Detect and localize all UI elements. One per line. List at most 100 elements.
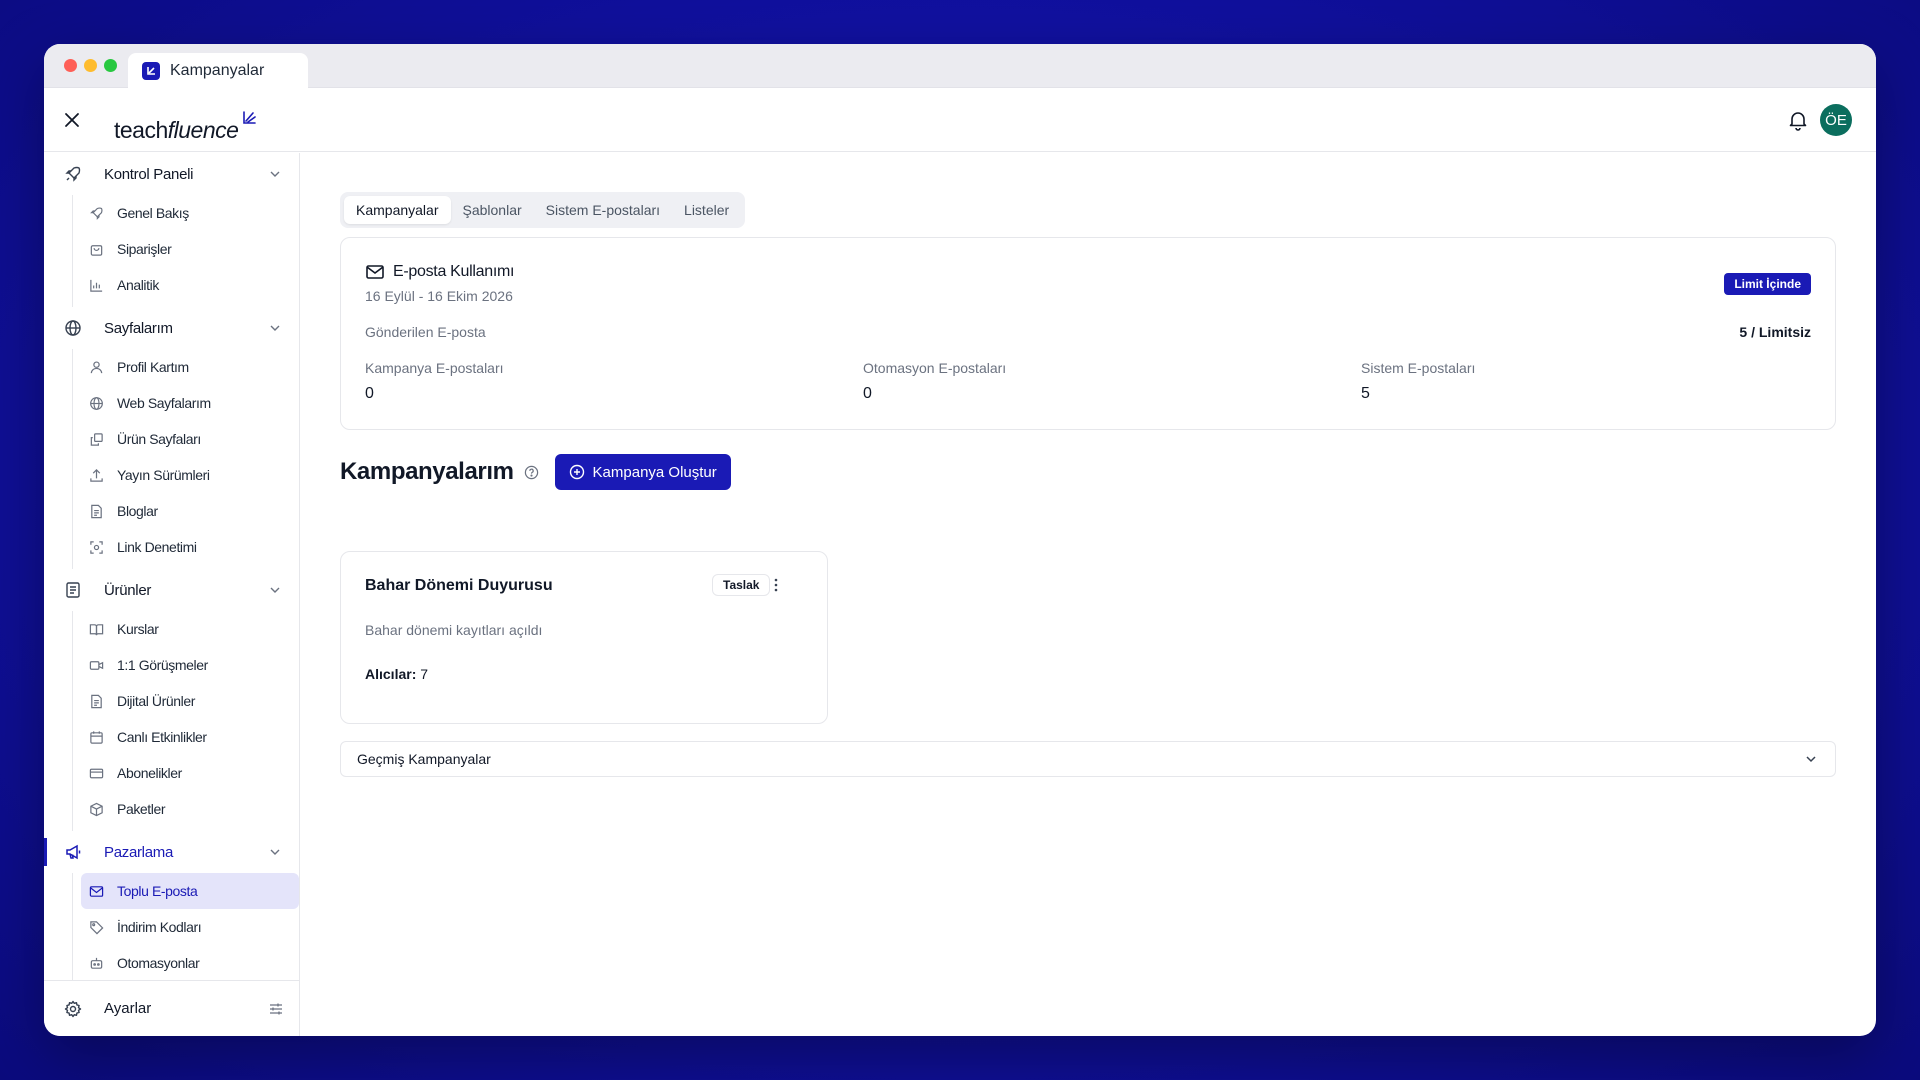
- plus-circle-icon: [569, 464, 585, 480]
- video-icon: [89, 658, 104, 673]
- globe-icon: [89, 396, 104, 411]
- favicon-icon: [142, 61, 160, 80]
- sidebar-group-sayfalarim: Profil Kartım Web Sayfalarım Ürün Sayfal…: [72, 349, 299, 569]
- sidebar-item-indirim-kodlari[interactable]: İndirim Kodları: [81, 909, 299, 945]
- chevron-down-icon: [268, 167, 282, 181]
- sidebar-item-otomasyonlar[interactable]: Otomasyonlar: [81, 945, 299, 980]
- sidebar-item-gorusmeler[interactable]: 1:1 Görüşmeler: [81, 647, 299, 683]
- rocket-icon: [64, 165, 82, 183]
- sent-email-label: Gönderilen E-posta: [365, 324, 486, 340]
- browser-tab[interactable]: Kampanyalar: [128, 53, 308, 88]
- sidebar-item-abonelikler[interactable]: Abonelikler: [81, 755, 299, 791]
- window-close-dot[interactable]: [64, 59, 77, 72]
- chevron-down-icon: [268, 583, 282, 597]
- app-header: teachfluence ÖE: [44, 88, 1876, 152]
- campaign-title: Bahar Dönemi Duyurusu: [365, 577, 553, 594]
- status-badge: Taslak: [712, 574, 771, 596]
- logo[interactable]: teachfluence: [114, 102, 258, 142]
- main-content: Kampanyalar Şablonlar Sistem E-postaları…: [300, 153, 1876, 1036]
- copy-icon: [89, 432, 104, 447]
- sidebar-item-dijital-urunler[interactable]: Dijital Ürünler: [81, 683, 299, 719]
- chevron-down-icon: [1803, 751, 1819, 767]
- tab-kampanyalar[interactable]: Kampanyalar: [344, 196, 451, 224]
- sidebar-section-pazarlama[interactable]: Pazarlama: [44, 831, 299, 873]
- sidebar-item-paketler[interactable]: Paketler: [81, 791, 299, 827]
- window-maximize-dot[interactable]: [104, 59, 117, 72]
- bell-icon[interactable]: [1786, 108, 1810, 132]
- document-icon: [89, 694, 104, 709]
- sidebar-item-kurslar[interactable]: Kurslar: [81, 611, 299, 647]
- sidebar-section-urunler[interactable]: Ürünler: [44, 569, 299, 611]
- sidebar-group-kontrol-paneli: Genel Bakış Siparişler Analitik: [72, 195, 299, 307]
- sidebar-item-web-sayfalarim[interactable]: Web Sayfalarım: [81, 385, 299, 421]
- chevron-down-icon: [268, 321, 282, 335]
- robot-icon: [89, 956, 104, 971]
- campaign-recipients: Alıcılar: 7: [365, 666, 429, 682]
- file-list-icon: [64, 581, 82, 599]
- mail-icon: [365, 262, 385, 282]
- email-usage-card: E-posta Kullanımı 16 Eylül - 16 Ekim 202…: [340, 237, 1836, 430]
- create-campaign-button[interactable]: Kampanya Oluştur: [554, 454, 731, 490]
- window-minimize-dot[interactable]: [84, 59, 97, 72]
- gear-icon: [64, 1000, 82, 1018]
- sidebar-item-canli-etkinlikler[interactable]: Canlı Etkinlikler: [81, 719, 299, 755]
- campaigns-heading-row: Kampanyalarım Kampanya Oluştur: [340, 454, 731, 490]
- sidebar-item-urun-sayfalari[interactable]: Ürün Sayfaları: [81, 421, 299, 457]
- past-campaigns-accordion[interactable]: Geçmiş Kampanyalar: [340, 741, 1836, 777]
- sidebar-item-link-denetimi[interactable]: Link Denetimi: [81, 529, 299, 565]
- sidebar-section-kontrol-paneli[interactable]: Kontrol Paneli: [44, 153, 299, 195]
- tab-listeler[interactable]: Listeler: [672, 196, 741, 224]
- browser-tab-title: Kampanyalar: [170, 61, 265, 79]
- sidebar-item-siparisler[interactable]: Siparişler: [81, 231, 299, 267]
- sidebar-item-bloglar[interactable]: Bloglar: [81, 493, 299, 529]
- sidebar-nav[interactable]: Kontrol Paneli Genel Bakış Siparişler An…: [44, 153, 299, 980]
- book-open-icon: [89, 622, 104, 637]
- tab-sablonlar[interactable]: Şablonlar: [451, 196, 534, 224]
- calendar-icon: [89, 730, 104, 745]
- sidebar-item-ayarlar[interactable]: Ayarlar: [44, 980, 299, 1036]
- stat-automation-emails: Otomasyon E-postaları 0: [863, 360, 1007, 402]
- tab-sistem-e-postalari[interactable]: Sistem E-postaları: [534, 196, 672, 224]
- logo-text: teachfluence: [114, 117, 239, 143]
- sidebar-section-sayfalarim[interactable]: Sayfalarım: [44, 307, 299, 349]
- bar-chart-icon: [89, 278, 104, 293]
- help-circle-icon[interactable]: [524, 465, 539, 480]
- rocket-icon: [89, 206, 104, 221]
- scan-icon: [89, 540, 104, 555]
- package-icon: [89, 802, 104, 817]
- more-vertical-icon[interactable]: [767, 576, 785, 594]
- campaign-description: Bahar dönemi kayıtları açıldı: [365, 622, 543, 638]
- tag-icon: [89, 920, 104, 935]
- sidebar: Kontrol Paneli Genel Bakış Siparişler An…: [44, 153, 300, 1036]
- user-icon: [89, 360, 104, 375]
- avatar[interactable]: ÖE: [1820, 104, 1852, 136]
- usage-title: E-posta Kullanımı: [365, 262, 514, 282]
- browser-tab-bar: Kampanyalar: [44, 44, 1876, 88]
- sent-email-value: 5 / Limitsiz: [1739, 324, 1811, 340]
- megaphone-icon: [64, 843, 82, 861]
- status-badge: Limit İçinde: [1724, 273, 1811, 295]
- mail-icon: [89, 884, 104, 899]
- document-icon: [89, 504, 104, 519]
- stat-campaign-emails: Kampanya E-postaları 0: [365, 360, 504, 402]
- tab-bar: Kampanyalar Şablonlar Sistem E-postaları…: [340, 192, 746, 228]
- sidebar-group-urunler: Kurslar 1:1 Görüşmeler Dijital Ürünler C…: [72, 611, 299, 831]
- sidebar-item-genel-bakis[interactable]: Genel Bakış: [81, 195, 299, 231]
- sidebar-item-profil-kartim[interactable]: Profil Kartım: [81, 349, 299, 385]
- app-window: Kampanyalar teachfluence ÖE Kontrol Pane…: [44, 44, 1876, 1036]
- sidebar-item-analitik[interactable]: Analitik: [81, 267, 299, 303]
- globe-icon: [64, 319, 82, 337]
- logo-mark-icon: [243, 111, 257, 124]
- close-icon[interactable]: [60, 108, 84, 132]
- upload-icon: [89, 468, 104, 483]
- sliders-icon[interactable]: [268, 1001, 284, 1017]
- page-title: Kampanyalarım: [340, 458, 514, 485]
- stat-system-emails: Sistem E-postaları 5: [1361, 360, 1476, 402]
- shopping-bag-icon: [89, 242, 104, 257]
- campaign-card[interactable]: Bahar Dönemi Duyurusu Taslak Bahar dönem…: [340, 551, 828, 724]
- chevron-down-icon: [268, 845, 282, 859]
- sidebar-group-pazarlama: Toplu E-posta İndirim Kodları Otomasyonl…: [72, 873, 299, 980]
- sidebar-item-toplu-e-posta[interactable]: Toplu E-posta: [81, 873, 299, 909]
- usage-date-range: 16 Eylül - 16 Ekim 2026: [365, 288, 513, 304]
- sidebar-item-yayin-surumleri[interactable]: Yayın Sürümleri: [81, 457, 299, 493]
